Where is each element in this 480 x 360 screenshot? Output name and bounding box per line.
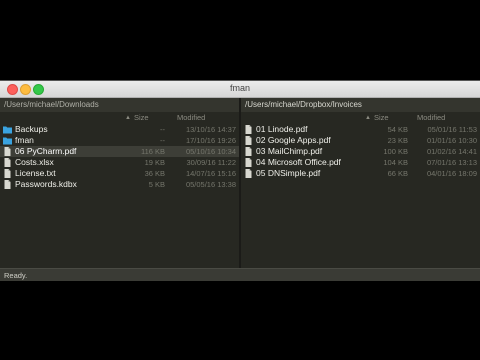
- file-icon: [244, 125, 253, 134]
- title-bar[interactable]: fman: [0, 81, 480, 98]
- right-column-headers: ▲ Size Modified: [241, 112, 480, 124]
- file-row[interactable]: License.txt 36 KB 14/07/16 15:16: [0, 168, 239, 179]
- sort-ascending-icon: ▲: [125, 115, 131, 121]
- right-file-list[interactable]: 01 Linode.pdf 54 KB 05/01/16 11:53 02 Googl…: [241, 124, 480, 179]
- file-name: Costs.xlsx: [15, 157, 54, 167]
- file-icon: [244, 169, 253, 178]
- file-row[interactable]: Costs.xlsx 19 KB 30/09/16 11:22: [0, 157, 239, 168]
- file-row[interactable]: 03 MailChimp.pdf 100 KB 01/02/16 14:41: [241, 146, 480, 157]
- file-size: 54 KB: [387, 125, 408, 134]
- file-row[interactable]: Passwords.kdbx 5 KB 05/05/16 13:38: [0, 179, 239, 190]
- file-name: License.txt: [15, 168, 56, 178]
- fman-window: fman /Users/michael/Downloads ▲ Size Mod…: [0, 80, 480, 281]
- file-size: 104 KB: [383, 158, 408, 167]
- status-bar: Ready.: [0, 268, 480, 281]
- left-path-bar[interactable]: /Users/michael/Downloads: [0, 98, 239, 112]
- file-modified: 17/10/16 19:26: [185, 136, 236, 145]
- file-name: fman: [15, 135, 34, 145]
- sort-ascending-icon: ▲: [365, 115, 371, 121]
- file-modified: 14/07/16 15:16: [185, 169, 236, 178]
- file-icon: [3, 180, 12, 189]
- file-name: Backups: [15, 124, 48, 134]
- file-row[interactable]: 05 DNSimple.pdf 66 KB 04/01/16 18:09: [241, 168, 480, 179]
- file-size: 116 KB: [140, 147, 165, 156]
- left-size-header[interactable]: Size: [134, 112, 149, 124]
- file-row[interactable]: 06 PyCharm.pdf 116 KB 05/10/16 10:34: [0, 146, 239, 157]
- file-name: 05 DNSimple.pdf: [256, 168, 321, 178]
- file-modified: 05/05/16 13:38: [185, 180, 236, 189]
- file-modified: 01/01/16 10:30: [426, 136, 477, 145]
- file-modified: 01/02/16 14:41: [426, 147, 477, 156]
- file-row[interactable]: fman -- 17/10/16 19:26: [0, 135, 239, 146]
- file-name: 06 PyCharm.pdf: [15, 146, 77, 156]
- right-path-bar[interactable]: /Users/michael/Dropbox/Invoices: [241, 98, 480, 112]
- file-icon: [244, 147, 253, 156]
- file-icon: [244, 136, 253, 145]
- left-file-list[interactable]: Backups -- 13/10/16 14:37 fman -- 17/10/16 19…: [0, 124, 239, 190]
- file-size: 5 KB: [148, 180, 165, 189]
- file-name: 02 Google Apps.pdf: [256, 135, 331, 145]
- right-size-header[interactable]: Size: [374, 112, 389, 124]
- file-size: 36 KB: [144, 169, 165, 178]
- left-modified-header[interactable]: Modified: [177, 112, 205, 124]
- file-icon: [3, 147, 12, 156]
- left-column-headers: ▲ Size Modified: [0, 112, 239, 124]
- window-title: fman: [229, 83, 250, 93]
- file-modified: 05/10/16 10:34: [185, 147, 236, 156]
- file-modified: 05/01/16 11:53: [427, 125, 478, 134]
- file-row[interactable]: Backups -- 13/10/16 14:37: [0, 124, 239, 135]
- file-size: 66 KB: [387, 169, 408, 178]
- file-modified: 30/09/16 11:22: [186, 158, 237, 167]
- file-name: 01 Linode.pdf: [256, 124, 308, 134]
- file-row[interactable]: 04 Microsoft Office.pdf 104 KB 07/01/16 13…: [241, 157, 480, 168]
- file-icon: [3, 158, 12, 167]
- file-size: 100 KB: [383, 147, 408, 156]
- left-pane[interactable]: /Users/michael/Downloads ▲ Size Modified…: [0, 98, 239, 268]
- file-row[interactable]: 02 Google Apps.pdf 23 KB 01/01/16 10:30: [241, 135, 480, 146]
- file-size: 23 KB: [387, 136, 408, 145]
- file-modified: 13/10/16 14:37: [185, 125, 236, 134]
- right-pane[interactable]: /Users/michael/Dropbox/Invoices ▲ Size M…: [241, 98, 480, 268]
- file-icon: [244, 158, 253, 167]
- file-name: Passwords.kdbx: [15, 179, 77, 189]
- folder-icon: [3, 136, 12, 145]
- file-size: --: [160, 125, 165, 134]
- file-size: --: [160, 136, 165, 145]
- file-row[interactable]: 01 Linode.pdf 54 KB 05/01/16 11:53: [241, 124, 480, 135]
- right-modified-header[interactable]: Modified: [417, 112, 445, 124]
- file-size: 19 KB: [144, 158, 165, 167]
- file-name: 04 Microsoft Office.pdf: [256, 157, 341, 167]
- folder-icon: [3, 125, 12, 134]
- file-modified: 07/01/16 13:13: [426, 158, 477, 167]
- file-modified: 04/01/16 18:09: [426, 169, 477, 178]
- file-name: 03 MailChimp.pdf: [256, 146, 323, 156]
- file-icon: [3, 169, 12, 178]
